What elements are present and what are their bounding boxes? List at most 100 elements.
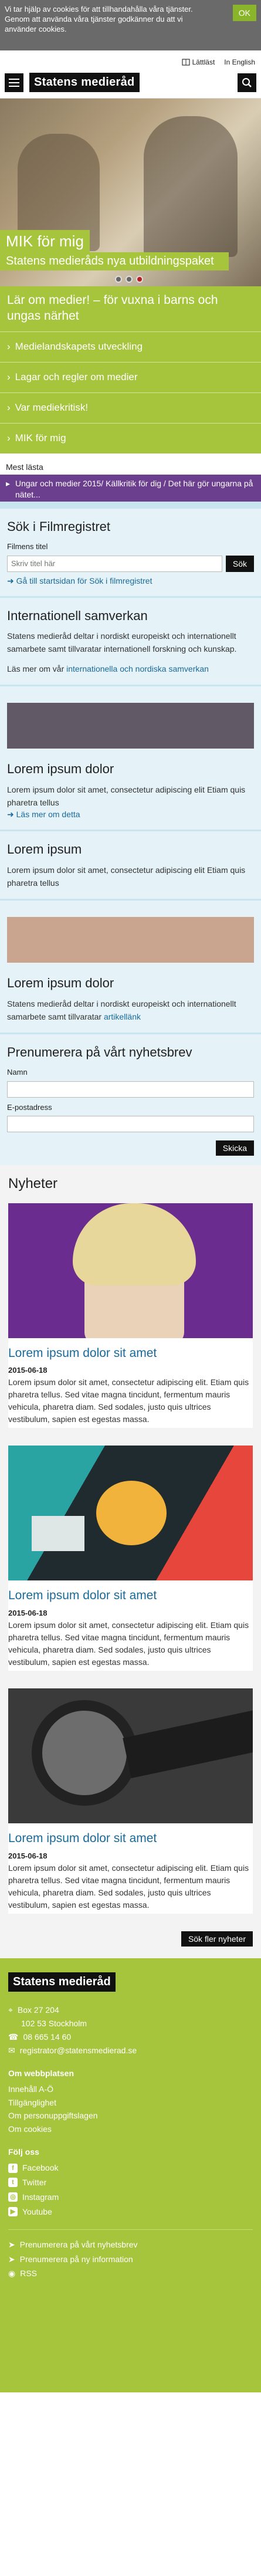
- footer-link[interactable]: Tillgänglighet: [8, 2097, 253, 2108]
- easy-read-link[interactable]: Lättläst: [181, 57, 215, 67]
- film-search-button[interactable]: Sök: [225, 555, 254, 572]
- carousel-dot-active[interactable]: [136, 276, 143, 283]
- lorem-box-3: Lorem ipsum dolor Statens medieråd delta…: [0, 901, 261, 1035]
- cookie-text: Vi tar hjälp av cookies för att tillhand…: [5, 5, 193, 33]
- arrow-right-icon: ➜: [7, 576, 16, 585]
- chevron-right-icon: ›: [7, 371, 11, 382]
- lorem-box-2: Lorem ipsum Lorem ipsum dolor sit amet, …: [0, 831, 261, 901]
- carousel-dots: [115, 276, 143, 283]
- site-logo[interactable]: Statens medieråd: [29, 73, 140, 93]
- info-subscribe-link[interactable]: ➤ Prenumerera på ny information: [8, 2254, 253, 2265]
- article-link[interactable]: artikellänk: [104, 1012, 141, 1021]
- search-icon[interactable]: [238, 73, 256, 92]
- hero-subtitle[interactable]: Statens medieråds nya utbildningspaket: [0, 252, 229, 271]
- lorem-title-1: Lorem ipsum dolor: [7, 761, 114, 777]
- social-twitter[interactable]: t Twitter: [8, 2177, 253, 2188]
- facebook-icon: f: [8, 2163, 18, 2173]
- film-register-title: Sök i Filmregistret: [7, 519, 111, 534]
- chevron-right-icon: ›: [7, 401, 11, 413]
- footer-logo[interactable]: Statens medieråd: [8, 1972, 116, 1992]
- news-card-title[interactable]: Lorem ipsum dolor sit amet: [8, 1580, 253, 1607]
- social-instagram[interactable]: ◎ Instagram: [8, 2192, 253, 2203]
- learn-item[interactable]: › MIK för mig: [0, 422, 261, 453]
- lorem-title-3: Lorem ipsum dolor: [7, 976, 114, 991]
- instagram-icon: ◎: [8, 2192, 18, 2202]
- hero-carousel[interactable]: MIK för mig Statens medieråds nya utbild…: [0, 99, 261, 287]
- lorem-image-3: [7, 917, 254, 963]
- news-card-title[interactable]: Lorem ipsum dolor sit amet: [8, 1823, 253, 1850]
- email-input[interactable]: [7, 1116, 254, 1133]
- chevron-right-icon: ›: [7, 432, 11, 444]
- name-label: Namn: [7, 1068, 28, 1077]
- footer-link[interactable]: Om personuppgiftslagen: [8, 2110, 253, 2121]
- name-input[interactable]: [7, 1081, 254, 1098]
- arrow-right-icon: ➜: [7, 810, 16, 820]
- lorem-text-2: Lorem ipsum dolor sit amet, consectetur …: [7, 865, 246, 888]
- lorem-image-1: [7, 703, 254, 749]
- news-card[interactable]: Lorem ipsum dolor sit amet 2015-06-18 Lo…: [8, 1688, 253, 1914]
- site-header: Statens medieråd: [0, 70, 261, 99]
- news-card-date: 2015-06-18: [8, 1608, 48, 1617]
- cookie-banner: Vi tar hjälp av cookies för att tillhand…: [0, 0, 261, 50]
- chevron-right-icon: ›: [7, 340, 11, 352]
- news-image-portrait: [8, 1203, 253, 1338]
- send-icon: ➤: [8, 2254, 15, 2264]
- news-image-illustration: [8, 1446, 253, 1581]
- news-card[interactable]: Lorem ipsum dolor sit amet 2015-06-18 Lo…: [8, 1203, 253, 1429]
- newsletter-link[interactable]: ➤ Prenumerera på vårt nyhetsbrev: [8, 2239, 253, 2250]
- menu-icon[interactable]: [5, 73, 23, 92]
- hero-label: MIK för mig: [0, 230, 90, 253]
- sidebar-boxes: Sök i Filmregistret Filmens titel Sök ➜ …: [0, 502, 261, 1166]
- easy-read-icon: [181, 59, 190, 66]
- film-title-input[interactable]: [7, 555, 222, 572]
- learn-item[interactable]: › Lagar och regler om medier: [0, 361, 261, 392]
- international-link[interactable]: internationella och nordiska samverkan: [66, 664, 209, 673]
- social-youtube[interactable]: ▶ Youtube: [8, 2206, 253, 2218]
- learn-item[interactable]: › Medielandskapets utveckling: [0, 331, 261, 362]
- carousel-dot[interactable]: [115, 276, 122, 283]
- carousel-dot[interactable]: [126, 276, 133, 283]
- more-news-button[interactable]: Sök fler nyheter: [181, 1931, 253, 1947]
- location-icon: ⌖: [8, 2005, 13, 2015]
- social-facebook[interactable]: f Facebook: [8, 2162, 253, 2174]
- news-card-date: 2015-06-18: [8, 1851, 48, 1860]
- learn-item[interactable]: › Var mediekritisk!: [0, 392, 261, 423]
- news-card[interactable]: Lorem ipsum dolor sit amet 2015-06-18 Lo…: [8, 1446, 253, 1671]
- news-card-text: Lorem ipsum dolor sit amet, consectetur …: [8, 1863, 249, 1910]
- newsletter-title: Prenumerera på vårt nyhetsbrev: [7, 1045, 192, 1060]
- rss-icon: ◉: [8, 2269, 16, 2279]
- send-icon: ➤: [8, 2239, 15, 2249]
- news-section: Nyheter Lorem ipsum dolor sit amet 2015-…: [0, 1165, 261, 1959]
- international-box: Internationell samverkan Statens medierå…: [0, 597, 261, 687]
- film-title-label: Filmens titel: [7, 542, 48, 551]
- learn-title: Lär om medier! – för vuxna i barns och u…: [7, 293, 218, 323]
- email-icon: ✉: [8, 2045, 15, 2055]
- news-card-date: 2015-06-18: [8, 1365, 48, 1375]
- most-read-label: Mest lästa: [6, 462, 43, 472]
- learn-section: Lär om medier! – för vuxna i barns och u…: [0, 286, 261, 453]
- lorem-title-2: Lorem ipsum: [7, 842, 82, 857]
- most-read-item[interactable]: Ungar och medier 2015/ Källkritik för di…: [0, 475, 261, 502]
- top-links: Lättläst In English: [0, 50, 261, 70]
- lorem-text-1: Lorem ipsum dolor sit amet, consectetur …: [7, 784, 246, 807]
- english-link[interactable]: In English: [224, 57, 255, 67]
- news-card-title[interactable]: Lorem ipsum dolor sit amet: [8, 1338, 253, 1365]
- learn-list: › Medielandskapets utveckling › Lagar och …: [0, 331, 261, 453]
- rss-link[interactable]: ◉ RSS: [8, 2268, 253, 2279]
- film-register-box: Sök i Filmregistret Filmens titel Sök ➜ …: [0, 509, 261, 598]
- footer-link[interactable]: Om cookies: [8, 2124, 253, 2135]
- youtube-icon: ▶: [8, 2207, 18, 2217]
- lorem-box-1: Lorem ipsum dolor Lorem ipsum dolor sit …: [0, 686, 261, 832]
- twitter-icon: t: [8, 2178, 18, 2188]
- follow-title: Följ oss: [8, 2147, 39, 2157]
- footer-link[interactable]: Innehåll A-Ö: [8, 2084, 253, 2095]
- cookie-ok-button[interactable]: OK: [232, 5, 256, 21]
- news-card-text: Lorem ipsum dolor sit amet, consectetur …: [8, 1620, 249, 1667]
- phone-icon: ☎: [8, 2032, 19, 2042]
- film-register-link[interactable]: ➜ Gå till startsidan för Sök i filmregis…: [7, 576, 152, 585]
- news-title: Nyheter: [8, 1176, 58, 1192]
- lorem-link-1[interactable]: ➜ Läs mer om detta: [7, 810, 80, 819]
- site-footer: Statens medieråd ⌖ Box 27 204 102 53 Stoc…: [0, 1958, 261, 2393]
- email-label: E-postadress: [7, 1102, 52, 1112]
- newsletter-submit-button[interactable]: Skicka: [215, 1140, 254, 1156]
